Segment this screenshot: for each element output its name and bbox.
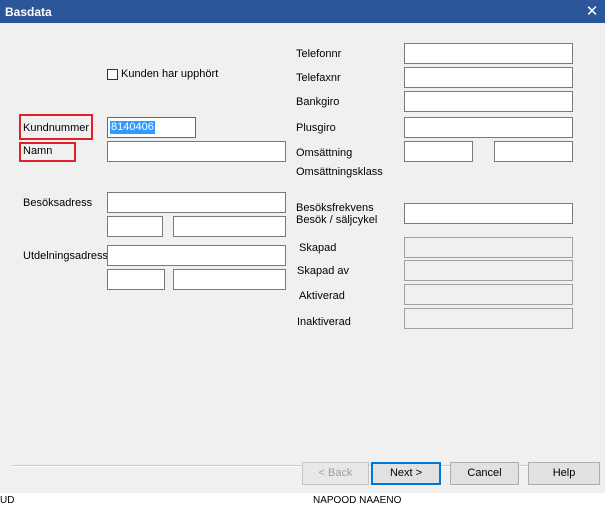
telefaxnr-label: Telefaxnr — [296, 72, 341, 84]
skapad-av-label: Skapad av — [297, 265, 349, 277]
besok-saljcykel-label: Besök / säljcykel — [296, 214, 378, 226]
omsattning-field[interactable] — [404, 141, 473, 162]
title-bar: Basdata ✕ — [0, 0, 605, 23]
besoksfrekvens-label: Besöksfrekvens — [296, 202, 374, 214]
kundnummer-value: 8140406 — [110, 121, 155, 134]
namn-highlight-box — [19, 142, 76, 162]
aktiverad-field — [404, 284, 573, 305]
utdelningsadress-postnr-field[interactable] — [107, 269, 165, 290]
omsattningsklass-label: Omsättningsklass — [296, 166, 383, 178]
window-title: Basdata — [5, 5, 52, 19]
kundnummer-highlight-box — [19, 114, 93, 140]
background-text-left: UD — [0, 495, 15, 505]
besoksadress-label: Besöksadress — [23, 197, 93, 209]
utdelningsadress-label: Utdelningsadress — [23, 250, 108, 262]
plusgiro-label: Plusgiro — [296, 122, 336, 134]
background-window-strip: UD NAPOOD NAAENO — [0, 493, 605, 505]
skapad-av-field — [404, 260, 573, 281]
namn-field[interactable] — [107, 141, 286, 162]
skapad-field — [404, 237, 573, 258]
besoksadress-field[interactable] — [107, 192, 286, 213]
skapad-label: Skapad — [299, 242, 337, 254]
utdelningsadress-ort-field[interactable] — [173, 269, 286, 290]
bankgiro-field[interactable] — [404, 91, 573, 112]
kunden-har-upphort-label: Kunden har upphört — [121, 68, 219, 80]
inaktiverad-field — [404, 308, 573, 329]
telefonnr-label: Telefonnr — [296, 48, 342, 60]
inaktiverad-label: Inaktiverad — [297, 316, 351, 328]
besoksfrekvens-field[interactable] — [404, 203, 573, 224]
besoksadress-ort-field[interactable] — [173, 216, 286, 237]
cancel-button[interactable]: Cancel — [450, 462, 519, 485]
besoksadress-postnr-field[interactable] — [107, 216, 163, 237]
omsattning-field-2[interactable] — [494, 141, 573, 162]
omsattning-label: Omsättning — [296, 147, 353, 159]
background-text-middle: NAPOOD NAAENO — [313, 495, 402, 505]
kunden-har-upphort-checkbox[interactable] — [107, 69, 118, 80]
aktiverad-label: Aktiverad — [299, 290, 345, 302]
next-button[interactable]: Next > — [371, 462, 441, 485]
close-icon[interactable]: ✕ — [583, 2, 601, 20]
dialog-body: Kunden har upphört Kundnummer 8140406 Na… — [0, 23, 605, 493]
utdelningsadress-field[interactable] — [107, 245, 286, 266]
kundnummer-field[interactable]: 8140406 — [107, 117, 196, 138]
back-button[interactable]: < Back — [302, 462, 369, 485]
help-button[interactable]: Help — [528, 462, 600, 485]
bankgiro-label: Bankgiro — [296, 96, 340, 108]
telefonnr-field[interactable] — [404, 43, 573, 64]
plusgiro-field[interactable] — [404, 117, 573, 138]
telefaxnr-field[interactable] — [404, 67, 573, 88]
